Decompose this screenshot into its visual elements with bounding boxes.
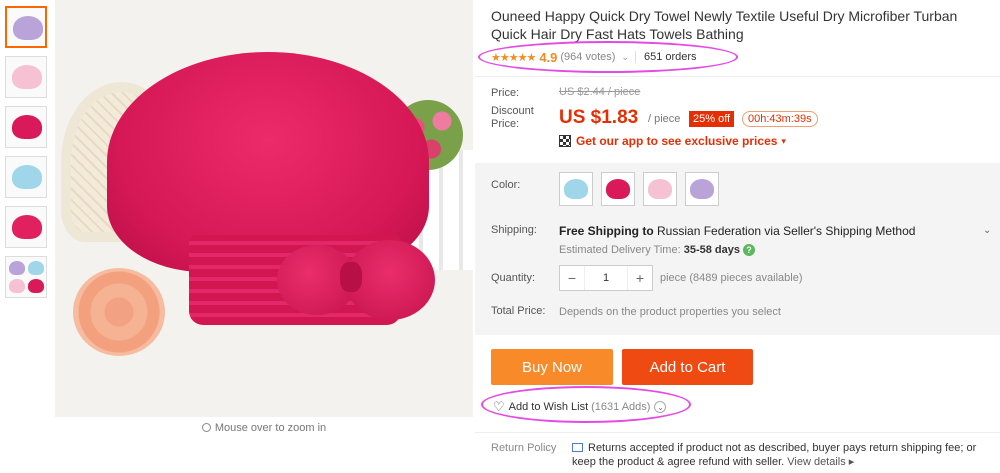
thumbnail-purple[interactable] — [5, 6, 47, 48]
quantity-stepper: − 1 + — [559, 265, 653, 291]
quantity-label: Quantity: — [491, 272, 536, 284]
add-to-cart-button[interactable]: Add to Cart — [622, 349, 753, 385]
thumbnail-pink[interactable] — [5, 56, 47, 98]
caret-down-icon: ▾ — [781, 135, 786, 146]
delivery-estimate: Estimated Delivery Time: 35-58 days? — [559, 244, 755, 256]
discount-badge: 25% off — [689, 111, 735, 127]
shipping-method[interactable]: Free Shipping to Russian Federation via … — [559, 224, 915, 238]
orders-count: 651 orders — [643, 51, 697, 63]
original-price: US $2.44 / piece — [559, 86, 641, 98]
rose-decoration — [73, 268, 165, 356]
chevron-down-icon[interactable]: ⌄ — [654, 401, 667, 413]
total-price-note: Depends on the product properties you se… — [559, 306, 781, 318]
zoom-hint: Mouse over to zoom in — [55, 422, 473, 434]
divider — [634, 51, 636, 63]
view-details-link[interactable]: View details ▸ — [787, 456, 854, 468]
buy-now-button[interactable]: Buy Now — [491, 349, 613, 385]
color-label: Color: — [491, 179, 521, 191]
magnifier-icon — [201, 423, 211, 432]
add-to-wishlist[interactable]: ♡ Add to Wish List (1631 Adds) ⌄ — [493, 399, 667, 415]
return-policy-label: Return Policy — [491, 442, 557, 454]
thumbnail-blue[interactable] — [5, 156, 47, 198]
color-swatch-purple[interactable] — [685, 172, 719, 206]
discount-price-label: Discount Price: — [491, 105, 534, 130]
qr-code-icon — [559, 135, 571, 147]
heart-plus-icon: ♡ — [493, 399, 505, 414]
total-price-label: Total Price: — [491, 305, 546, 317]
countdown-timer: 00h:43m:39s — [742, 111, 818, 127]
thumbnail-all-colors[interactable] — [5, 256, 47, 298]
return-policy-text: Returns accepted if product not as descr… — [572, 442, 977, 468]
rating-score: 4.9 — [539, 49, 558, 65]
quantity-input[interactable]: 1 — [584, 266, 628, 290]
quantity-available: piece (8489 pieces available) — [660, 272, 803, 284]
help-icon[interactable]: ? — [742, 244, 755, 256]
price-unit: / piece — [648, 113, 681, 125]
color-swatch-pink[interactable] — [643, 172, 677, 206]
main-product-image[interactable] — [55, 0, 473, 417]
divider — [475, 76, 1000, 77]
decrease-button[interactable]: − — [560, 270, 584, 286]
star-rating-icon: ★★★★★ — [491, 51, 536, 64]
current-price: US $1.83 — [559, 107, 639, 128]
rating-votes[interactable]: (964 votes) — [560, 51, 615, 63]
return-icon — [572, 443, 583, 452]
shipping-label: Shipping: — [491, 224, 537, 236]
color-swatch-blue[interactable] — [559, 172, 593, 206]
bow-knot — [340, 262, 362, 292]
thumbnail-list — [5, 6, 49, 306]
app-promo-link[interactable]: Get our app to see exclusive prices ▾ — [559, 134, 786, 148]
price-label: Price: — [491, 87, 520, 99]
chevron-down-icon[interactable]: ⌄ — [621, 52, 629, 63]
rating-row: ★★★★★ 4.9 (964 votes) ⌄ 651 orders — [491, 48, 697, 66]
increase-button[interactable]: + — [628, 270, 652, 286]
divider — [475, 432, 1000, 433]
product-title: Ouneed Happy Quick Dry Towel Newly Texti… — [491, 8, 958, 42]
color-swatch-rose[interactable] — [601, 172, 635, 206]
thumbnail-rose-2[interactable] — [5, 206, 47, 248]
chevron-down-icon[interactable]: ⌄ — [983, 225, 991, 236]
thumbnail-rose[interactable] — [5, 106, 47, 148]
